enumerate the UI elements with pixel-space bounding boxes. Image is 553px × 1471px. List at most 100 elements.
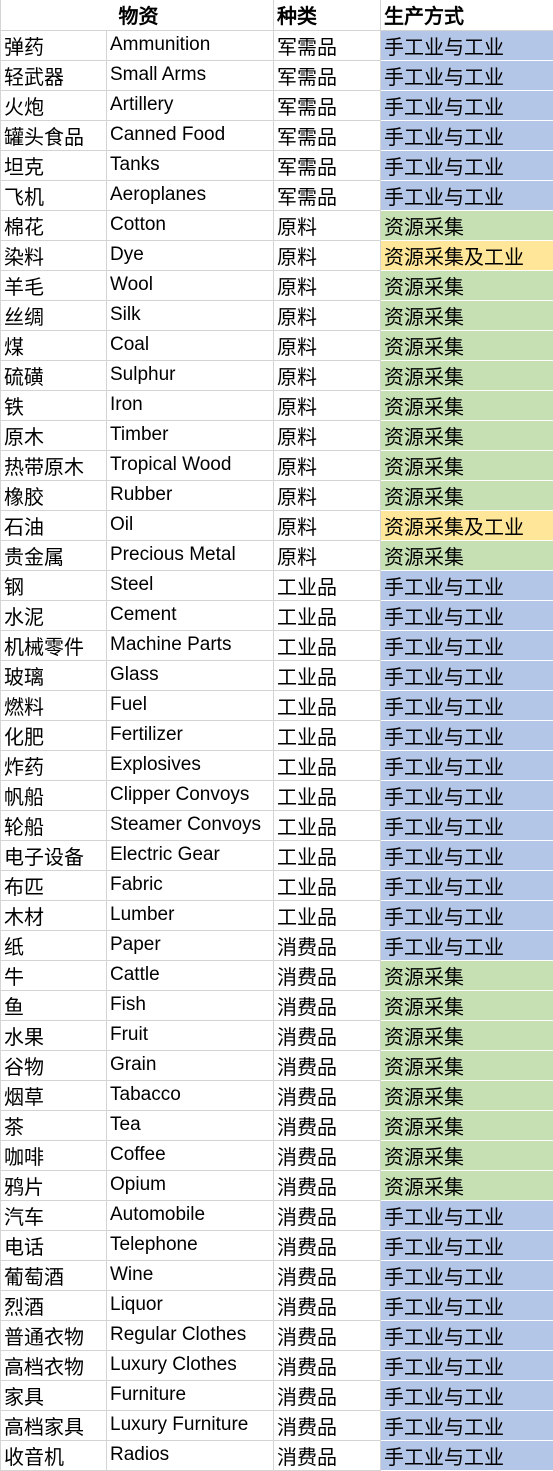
cell-name-zh[interactable]: 水泥	[1, 600, 107, 630]
cell-production[interactable]: 手工业与工业	[381, 810, 553, 840]
cell-name-zh[interactable]: 炸药	[1, 750, 107, 780]
cell-name-en[interactable]: Tea	[107, 1110, 274, 1140]
cell-name-zh[interactable]: 普通衣物	[1, 1320, 107, 1350]
cell-production[interactable]: 手工业与工业	[381, 660, 553, 690]
cell-name-en[interactable]: Liquor	[107, 1290, 274, 1320]
cell-production[interactable]: 手工业与工业	[381, 630, 553, 660]
cell-name-zh[interactable]: 弹药	[1, 30, 107, 60]
cell-production[interactable]: 资源采集	[381, 1140, 553, 1170]
cell-name-zh[interactable]: 茶	[1, 1110, 107, 1140]
cell-name-zh[interactable]: 原木	[1, 420, 107, 450]
cell-name-zh[interactable]: 帆船	[1, 780, 107, 810]
cell-category[interactable]: 工业品	[274, 870, 381, 900]
cell-production[interactable]: 资源采集	[381, 540, 553, 570]
cell-name-en[interactable]: Tanks	[107, 150, 274, 180]
cell-category[interactable]: 消费品	[274, 1110, 381, 1140]
cell-category[interactable]: 工业品	[274, 750, 381, 780]
cell-category[interactable]: 工业品	[274, 780, 381, 810]
cell-name-zh[interactable]: 水果	[1, 1020, 107, 1050]
cell-production[interactable]: 手工业与工业	[381, 1350, 553, 1380]
cell-production[interactable]: 资源采集	[381, 210, 553, 240]
cell-name-en[interactable]: Oil	[107, 510, 274, 540]
cell-name-en[interactable]: Iron	[107, 390, 274, 420]
cell-name-en[interactable]: Clipper Convoys	[107, 780, 274, 810]
cell-category[interactable]: 军需品	[274, 180, 381, 210]
cell-name-en[interactable]: Ammunition	[107, 30, 274, 60]
cell-production[interactable]: 资源采集	[381, 360, 553, 390]
cell-category[interactable]: 工业品	[274, 810, 381, 840]
cell-production[interactable]: 资源采集	[381, 960, 553, 990]
cell-name-zh[interactable]: 硫磺	[1, 360, 107, 390]
cell-name-zh[interactable]: 热带原木	[1, 450, 107, 480]
cell-name-zh[interactable]: 纸	[1, 930, 107, 960]
cell-production[interactable]: 资源采集	[381, 270, 553, 300]
cell-name-zh[interactable]: 家具	[1, 1380, 107, 1410]
cell-production[interactable]: 资源采集及工业	[381, 510, 553, 540]
cell-category[interactable]: 工业品	[274, 900, 381, 930]
cell-name-zh[interactable]: 牛	[1, 960, 107, 990]
cell-production[interactable]: 手工业与工业	[381, 900, 553, 930]
cell-name-en[interactable]: Automobile	[107, 1200, 274, 1230]
cell-category[interactable]: 原料	[274, 300, 381, 330]
cell-production[interactable]: 资源采集	[381, 450, 553, 480]
cell-production[interactable]: 手工业与工业	[381, 30, 553, 60]
cell-name-en[interactable]: Explosives	[107, 750, 274, 780]
cell-name-zh[interactable]: 丝绸	[1, 300, 107, 330]
cell-name-zh[interactable]: 烟草	[1, 1080, 107, 1110]
header-category[interactable]: 种类	[274, 0, 381, 30]
cell-category[interactable]: 消费品	[274, 990, 381, 1020]
cell-category[interactable]: 工业品	[274, 630, 381, 660]
cell-name-en[interactable]: Fabric	[107, 870, 274, 900]
cell-category[interactable]: 消费品	[274, 930, 381, 960]
cell-category[interactable]: 原料	[274, 240, 381, 270]
cell-name-zh[interactable]: 高档家具	[1, 1410, 107, 1440]
cell-name-en[interactable]: Electric Gear	[107, 840, 274, 870]
cell-category[interactable]: 军需品	[274, 90, 381, 120]
cell-name-en[interactable]: Fruit	[107, 1020, 274, 1050]
cell-production[interactable]: 手工业与工业	[381, 570, 553, 600]
cell-name-en[interactable]: Small Arms	[107, 60, 274, 90]
cell-name-en[interactable]: Glass	[107, 660, 274, 690]
cell-category[interactable]: 原料	[274, 480, 381, 510]
cell-production[interactable]: 资源采集	[381, 480, 553, 510]
cell-name-en[interactable]: Fertilizer	[107, 720, 274, 750]
cell-category[interactable]: 消费品	[274, 1170, 381, 1200]
cell-production[interactable]: 手工业与工业	[381, 720, 553, 750]
cell-production[interactable]: 手工业与工业	[381, 1290, 553, 1320]
cell-name-zh[interactable]: 布匹	[1, 870, 107, 900]
cell-category[interactable]: 消费品	[274, 1200, 381, 1230]
cell-name-en[interactable]: Lumber	[107, 900, 274, 930]
cell-category[interactable]: 消费品	[274, 1260, 381, 1290]
cell-production[interactable]: 资源采集	[381, 1050, 553, 1080]
cell-name-en[interactable]: Tropical Wood	[107, 450, 274, 480]
cell-name-en[interactable]: Paper	[107, 930, 274, 960]
header-item[interactable]: 物资	[1, 0, 274, 30]
cell-production[interactable]: 手工业与工业	[381, 750, 553, 780]
cell-name-zh[interactable]: 贵金属	[1, 540, 107, 570]
cell-name-en[interactable]: Coal	[107, 330, 274, 360]
cell-production[interactable]: 手工业与工业	[381, 600, 553, 630]
cell-category[interactable]: 原料	[274, 210, 381, 240]
cell-name-en[interactable]: Machine Parts	[107, 630, 274, 660]
cell-category[interactable]: 消费品	[274, 1290, 381, 1320]
cell-name-zh[interactable]: 咖啡	[1, 1140, 107, 1170]
cell-name-en[interactable]: Telephone	[107, 1230, 274, 1260]
cell-name-zh[interactable]: 收音机	[1, 1440, 107, 1470]
cell-category[interactable]: 消费品	[274, 1380, 381, 1410]
cell-name-en[interactable]: Luxury Furniture	[107, 1410, 274, 1440]
cell-name-en[interactable]: Precious Metal	[107, 540, 274, 570]
cell-name-en[interactable]: Furniture	[107, 1380, 274, 1410]
cell-name-zh[interactable]: 轮船	[1, 810, 107, 840]
cell-name-zh[interactable]: 坦克	[1, 150, 107, 180]
cell-name-en[interactable]: Steamer Convoys	[107, 810, 274, 840]
cell-production[interactable]: 手工业与工业	[381, 1320, 553, 1350]
cell-name-en[interactable]: Wine	[107, 1260, 274, 1290]
cell-name-zh[interactable]: 烈酒	[1, 1290, 107, 1320]
cell-name-zh[interactable]: 煤	[1, 330, 107, 360]
cell-name-zh[interactable]: 鸦片	[1, 1170, 107, 1200]
cell-name-en[interactable]: Cement	[107, 600, 274, 630]
cell-category[interactable]: 工业品	[274, 570, 381, 600]
cell-production[interactable]: 资源采集及工业	[381, 240, 553, 270]
cell-category[interactable]: 消费品	[274, 1230, 381, 1260]
cell-name-zh[interactable]: 化肥	[1, 720, 107, 750]
